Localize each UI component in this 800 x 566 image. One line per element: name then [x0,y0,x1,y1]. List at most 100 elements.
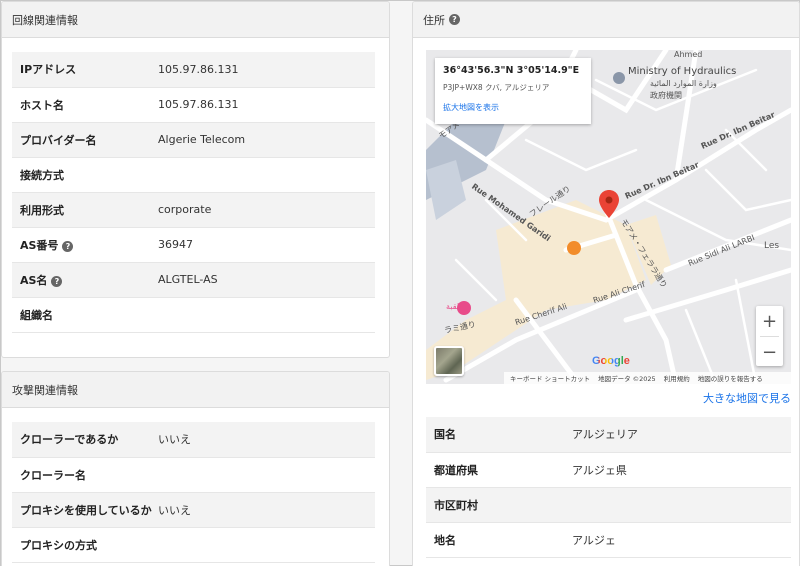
table-row: IPアドレス 105.97.86.131 [12,52,375,88]
zoom-control: + − [756,306,783,366]
row-value: corporate [158,192,375,228]
row-label: クローラー名 [20,468,86,482]
row-label-cell: 国名 [426,417,572,453]
row-value: ALGTEL-AS [158,262,375,298]
map-label-shop: القبة [446,302,462,311]
row-label-cell: 地名 [426,522,572,558]
line-info-card: 回線関連情報 IPアドレス 105.97.86.131 ホスト名 105.97.86.… [1,1,390,358]
table-row: 国名 アルジェリア [426,417,791,453]
row-label: 接続方式 [20,168,64,182]
table-row: プロキシを使用しているか いいえ [12,492,375,528]
zoom-out-button[interactable]: − [756,337,783,367]
row-value: いいえ [158,492,375,528]
google-logo-text: Google [592,355,630,367]
row-value [572,487,791,523]
row-label: AS名 [20,273,48,287]
map-data-text: 地図データ ©2025 [598,375,656,383]
row-label-cell: クローラーであるか [12,422,158,458]
address-body: 国名 アルジェリア都道府県 アルジェ県市区町村地名 アルジェ [426,417,791,558]
row-label: 地名 [434,533,456,547]
row-label: IPアドレス [20,63,77,77]
row-label-cell: AS名? [12,262,158,298]
table-row: 地名 アルジェ [426,522,791,558]
row-label: クローラーであるか [20,433,119,447]
row-label: 国名 [434,428,456,442]
row-value [158,157,375,193]
help-icon[interactable]: ? [449,14,460,25]
help-icon[interactable]: ? [51,276,63,287]
line-info-header: 回線関連情報 [2,2,389,38]
table-row: クローラーであるか いいえ [12,422,375,458]
map-label-ministry: Ministry of Hydraulics [628,66,737,77]
line-info-body: IPアドレス 105.97.86.131 ホスト名 105.97.86.131 プロバイ… [2,38,389,333]
larger-map-link[interactable]: 大きな地図で見る [703,390,791,406]
row-value: アルジェ [572,522,791,558]
google-logo: Google [592,355,630,367]
enlarge-map-link[interactable]: 拡大地図を表示 [443,102,583,113]
row-label-cell: プロキシの方式 [12,527,158,563]
table-row: プロバイダー名 Algerie Telecom [12,122,375,158]
row-value: Algerie Telecom [158,122,375,158]
row-label-cell: プロキシを使用しているか [12,492,158,528]
row-label-cell: 利用形式 [12,192,158,228]
google-map[interactable]: Ministry of Hydraulics وزارة الموارد الم… [426,50,791,384]
row-label-cell: クローラー名 [12,457,158,493]
table-row: 市区町村 [426,487,791,523]
table-row: AS番号? 36947 [12,227,375,263]
place-info-card: 36°43'56.3"N 3°05'14.9"E P3JP+WX8 クバ, アル… [435,58,591,124]
row-label: プロバイダー名 [20,133,97,147]
row-value: アルジェリア [572,417,791,453]
table-row: 都道府県 アルジェ県 [426,452,791,488]
table-row: クローラー名 [12,457,375,493]
place-plus-code: P3JP+WX8 クバ, アルジェリア [443,83,550,92]
attack-info-body: クローラーであるか いいえ クローラー名 プロキシを使用しているか いいえ プロキシの方式 [2,408,389,563]
map-label-ahmed: Ahmed [674,50,703,59]
row-value: アルジェ県 [572,452,791,488]
line-info-table: IPアドレス 105.97.86.131 ホスト名 105.97.86.131 プロバイ… [12,52,375,333]
map-label-ministry-ar: وزارة الموارد المائية [650,79,717,88]
row-label: AS番号 [20,238,59,252]
row-label-cell: IPアドレス [12,52,158,88]
map-label-les: Les [764,241,780,251]
line-info-title: 回線関連情報 [12,13,78,27]
row-label: 都道府県 [434,463,478,477]
table-row: 利用形式 corporate [12,192,375,228]
address-table: 国名 アルジェリア都道府県 アルジェ県市区町村地名 アルジェ [426,417,791,558]
row-label: ホスト名 [20,98,64,112]
row-label: 組織名 [20,308,53,322]
attack-info-card: 攻撃関連情報 クローラーであるか いいえ クローラー名 プロキシを使用しているか いいえ… [1,371,390,566]
attack-info-title: 攻撃関連情報 [12,383,78,397]
map-label-gov: 政府機関 [650,91,682,100]
row-value: 36947 [158,227,375,263]
address-title: 住所 [423,13,445,27]
row-value [158,297,375,333]
row-label-cell: AS番号? [12,227,158,263]
row-label-cell: 組織名 [12,297,158,333]
row-label: 利用形式 [20,203,64,217]
satellite-toggle[interactable] [434,346,464,376]
table-row: ホスト名 105.97.86.131 [12,87,375,123]
table-row: プロキシの方式 [12,527,375,563]
row-value: 105.97.86.131 [158,87,375,123]
attack-info-table: クローラーであるか いいえ クローラー名 プロキシを使用しているか いいえ プロキシの方式 [12,422,375,563]
row-value [158,457,375,493]
help-icon[interactable]: ? [62,241,74,252]
keyboard-shortcuts-link[interactable]: キーボード ショートカット [510,373,590,383]
address-header: 住所 ? [413,2,799,38]
row-label-cell: ホスト名 [12,87,158,123]
report-error-link[interactable]: 地図の誤りを報告する [698,373,763,383]
place-coordinates: 36°43'56.3"N 3°05'14.9"E [443,65,580,76]
row-label: 市区町村 [434,498,478,512]
map-attribution: キーボード ショートカット 地図データ ©2025 利用規約 地図の誤りを報告す… [504,372,791,384]
row-value: 105.97.86.131 [158,52,375,88]
table-row: 組織名 [12,297,375,333]
terms-link[interactable]: 利用規約 [664,373,690,383]
row-label-cell: 都道府県 [426,452,572,488]
table-row: 接続方式 [12,157,375,193]
row-label: プロキシの方式 [20,538,97,552]
row-label: プロキシを使用しているか [20,503,152,517]
row-value [158,527,375,563]
attack-info-header: 攻撃関連情報 [2,372,389,408]
row-label-cell: 市区町村 [426,487,572,523]
zoom-in-button[interactable]: + [756,306,783,336]
